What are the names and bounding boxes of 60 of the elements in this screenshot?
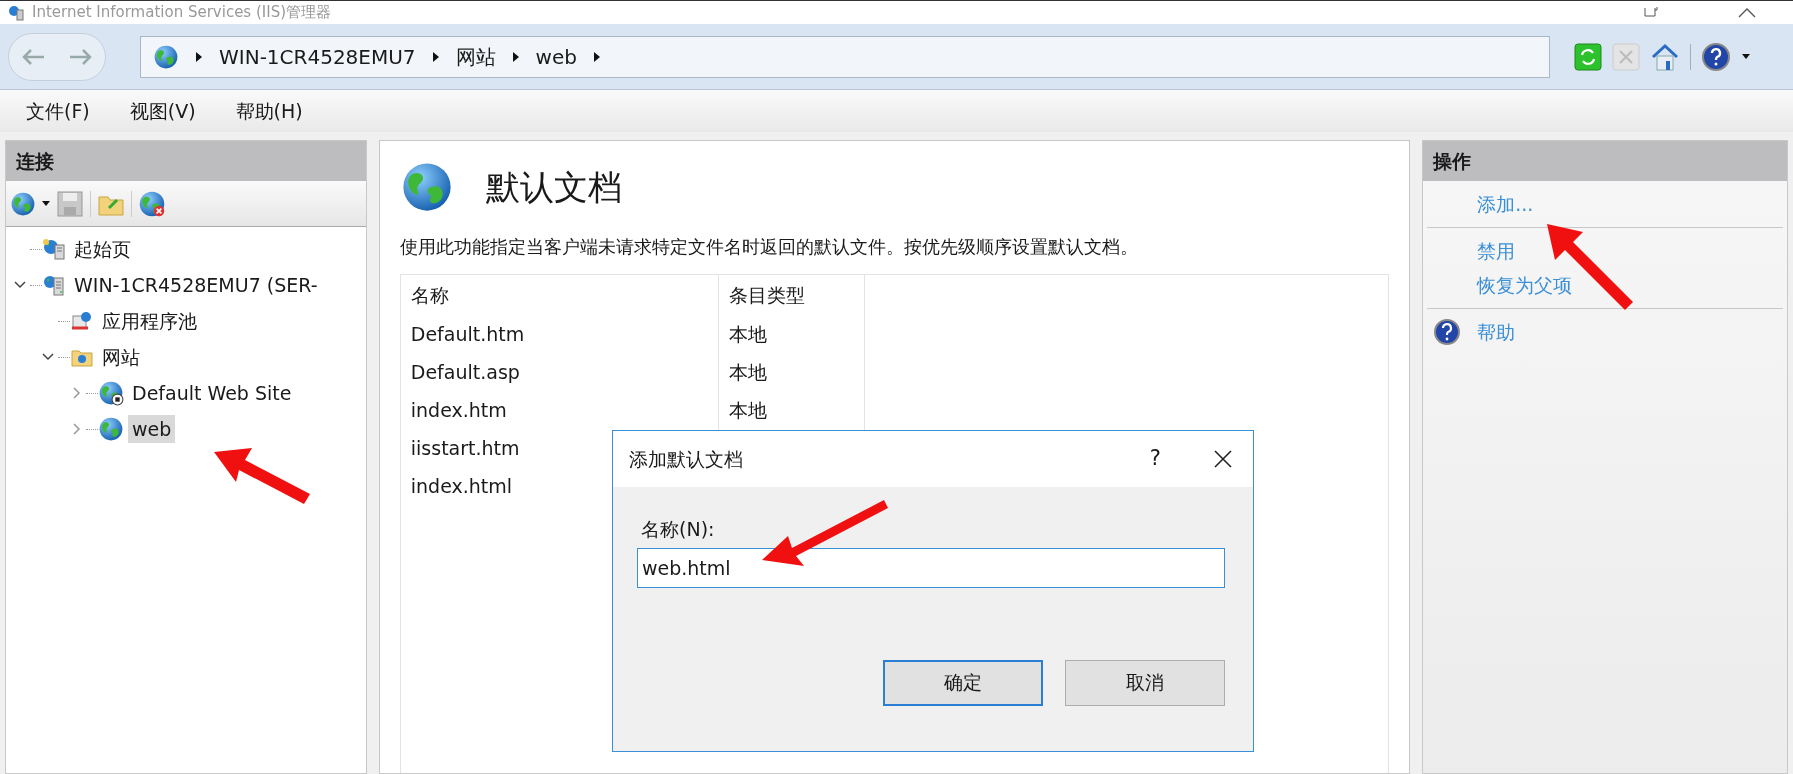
refresh-icon[interactable] [1574,42,1602,71]
table-cell-text: Default.asp [410,359,520,385]
tree-item[interactable]: 应用程序池 [98,306,201,336]
table-cell-text: 本地 [728,359,767,385]
window-title: Internet Information Services (IIS)管理器 [32,5,332,20]
menu-item[interactable]: 帮助(H) [235,96,303,126]
address-bar[interactable]: WIN-1CR4528EMU7 网站 web [140,35,1550,78]
home-icon[interactable] [1650,41,1680,72]
feature-title: 默认文档 [485,165,622,209]
breadcrumb-item[interactable]: WIN-1CR4528EMU7 [219,41,416,72]
breadcrumb-caret-icon[interactable] [195,50,203,63]
app-icon [8,4,24,21]
expand-icon[interactable] [70,387,82,399]
dropdown-icon[interactable] [42,200,50,207]
table-cell-text: 本地 [728,397,767,423]
globe-icon [98,416,124,442]
tree-item[interactable]: WIN-1CR4528EMU7 (SER- [70,270,322,300]
column-header[interactable]: 名称 [400,275,719,315]
table-cell-text: iisstart.htm [410,435,520,461]
dialog-title: 添加默认文档 [629,446,743,472]
restore-icon[interactable] [1643,5,1659,20]
menu-item[interactable]: 文件(F) [26,96,90,126]
tree-item[interactable]: web [128,414,176,444]
expand-icon[interactable] [70,423,82,435]
tree-item[interactable]: Default Web Site [128,378,296,408]
globe-icon [153,43,179,70]
close-icon[interactable] [1213,449,1233,469]
collapse-ribbon-icon[interactable] [1737,6,1757,19]
app-pool-icon [70,310,94,332]
name-field[interactable]: web.html [637,547,1225,588]
breadcrumb-caret-icon[interactable] [592,50,601,63]
table-cell-text: index.html [410,473,513,499]
breadcrumb-item[interactable]: 网站 [455,41,496,72]
menu-item[interactable]: 视图(V) [129,96,196,126]
feature-description: 使用此功能指定当客户端未请求特定文件名时返回的默认文件。按优先级顺序设置默认文档。 [399,235,1139,259]
server-icon [42,274,66,296]
stopped-globe-icon [98,380,124,406]
column-header[interactable]: 条目类型 [718,275,865,315]
tree-item[interactable]: 网站 [98,342,144,372]
help-icon[interactable] [1701,41,1731,72]
table-cell-text: 本地 [728,321,767,347]
table-cell-text: Default.htm [410,321,525,347]
tree-item[interactable]: 起始页 [70,234,135,264]
disconnect-icon [138,189,166,218]
connect-icon [10,190,36,217]
dropdown-icon[interactable] [1741,52,1751,61]
breadcrumb-caret-icon[interactable] [431,50,440,63]
field-label: 名称(N): [641,517,716,542]
help-icon [1433,318,1462,346]
breadcrumb-caret-icon[interactable] [511,50,520,63]
panel-title: 连接 [16,148,54,174]
breadcrumb-item[interactable]: web [535,41,577,72]
dialog-button[interactable]: 确定 [883,659,1043,706]
help-button[interactable]: ? [1149,443,1161,475]
dialog-button[interactable]: 取消 [1065,659,1225,706]
collapse-icon[interactable] [42,351,54,363]
start-page-icon [42,238,66,260]
panel-title: 操作 [1433,148,1472,174]
table-cell-text: index.htm [410,397,507,423]
collapse-icon[interactable] [14,279,26,291]
